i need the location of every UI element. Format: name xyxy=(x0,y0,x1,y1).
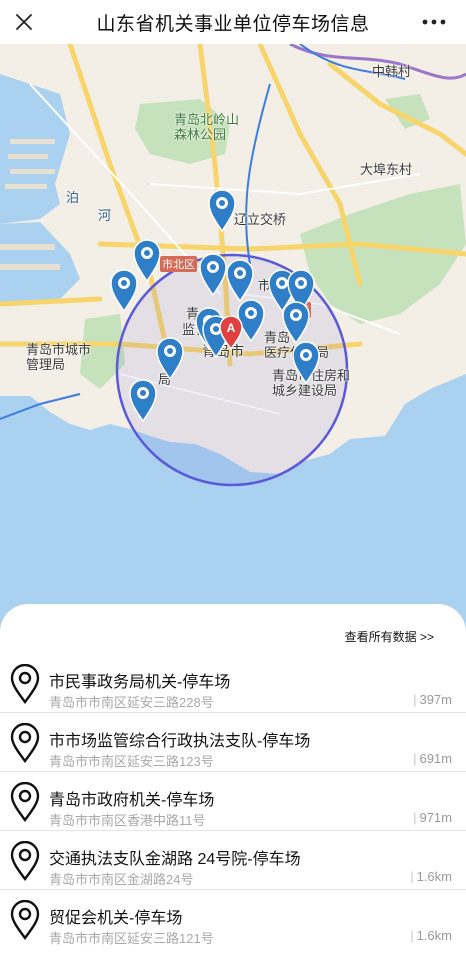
map-label-chengshi: 青岛市城市 管理局 xyxy=(26,342,92,372)
parking-address: 青岛市市南区延安三路121号 xyxy=(49,931,214,946)
parking-marker-icon[interactable] xyxy=(281,300,311,344)
location-pin-icon xyxy=(10,841,40,881)
list-item[interactable]: 市民事政务局机关-停车场 青岛市市南区延安三路228号 | 397m xyxy=(0,654,466,713)
results-sheet: 查看所有数据 >> 市民事政务局机关-停车场 青岛市市南区延安三路228号 | 3… xyxy=(0,604,466,958)
parking-name: 青岛市政府机关-停车场 xyxy=(49,792,215,809)
title-bar: 山东省机关事业单位停车场信息 xyxy=(0,0,466,44)
marker-label: A xyxy=(227,321,236,335)
list-item[interactable]: 青岛市政府机关-停车场 青岛市市南区香港中路11号 | 971m xyxy=(0,772,466,831)
parking-marker-icon[interactable] xyxy=(225,258,255,302)
map-label-dabudongcun: 大埠东村 xyxy=(360,162,413,177)
map-label-beilingshan: 青岛北岭山 森林公园 xyxy=(174,112,240,142)
location-pin-icon xyxy=(10,900,40,940)
more-menu-button[interactable] xyxy=(416,10,452,34)
parking-marker-icon[interactable] xyxy=(128,378,158,422)
view-all-link[interactable]: 查看所有数据 >> xyxy=(345,628,434,645)
map-label-he: 河 xyxy=(98,208,112,223)
map-label-shibeiqu: 市北区 xyxy=(160,256,197,272)
parking-name: 市民事政务局机关-停车场 xyxy=(49,674,231,691)
parking-address: 青岛市市南区金湖路24号 xyxy=(49,872,194,887)
parking-marker-icon[interactable] xyxy=(198,252,228,296)
parking-name: 贸促会机关-停车场 xyxy=(49,910,183,927)
parking-distance: | 971m xyxy=(413,810,452,825)
location-pin-icon xyxy=(10,664,40,704)
list-item[interactable]: 贸促会机关-停车场 青岛市市南区延安三路121号 | 1.6km xyxy=(0,890,466,949)
close-button[interactable] xyxy=(8,6,40,38)
parking-name: 市市场监管综合行政执法支队-停车场 xyxy=(49,733,311,750)
list-item[interactable]: 市市场监管综合行政执法支队-停车场 青岛市市南区延安三路123号 | 691m xyxy=(0,713,466,772)
map-label-liaoning: 辽立交桥 xyxy=(234,212,287,227)
location-pin-icon xyxy=(10,782,40,822)
parking-marker-icon[interactable] xyxy=(207,188,237,232)
parking-distance: | 1.6km xyxy=(410,869,452,884)
parking-distance: | 1.6km xyxy=(410,928,452,943)
parking-distance: | 397m xyxy=(413,692,452,707)
more-icon xyxy=(422,19,446,25)
location-pin-icon xyxy=(10,723,40,763)
page-title: 山东省机关事业单位停车场信息 xyxy=(96,13,370,35)
map-label-bo: 泊 xyxy=(66,190,80,205)
list-item[interactable]: 交通执法支队金湖路 24号院-停车场 青岛市市南区金湖路24号 | 1.6km xyxy=(0,831,466,890)
parking-marker-icon[interactable] xyxy=(109,268,139,312)
parking-marker-icon[interactable] xyxy=(291,340,321,384)
parking-distance: | 691m xyxy=(413,751,452,766)
map-view[interactable]: 中韩村 青岛北岭山 森林公园 大埠东村 泊 河 辽立交桥 市北区 市 青 区 监… xyxy=(0,44,466,644)
parking-address: 青岛市市南区延安三路123号 xyxy=(49,754,214,769)
parking-marker-icon[interactable] xyxy=(155,336,185,380)
parking-list: 市民事政务局机关-停车场 青岛市市南区延安三路228号 | 397m 市市场监管综… xyxy=(0,654,466,949)
parking-address: 青岛市市南区延安三路228号 xyxy=(49,695,214,710)
parking-name: 交通执法支队金湖路 24号院-停车场 xyxy=(49,851,301,868)
map-label-zhonghancun: 中韩村 xyxy=(372,64,412,79)
current-location-marker[interactable]: A xyxy=(219,316,243,350)
close-icon xyxy=(16,14,32,30)
parking-address: 青岛市市南区香港中路11号 xyxy=(49,813,206,828)
